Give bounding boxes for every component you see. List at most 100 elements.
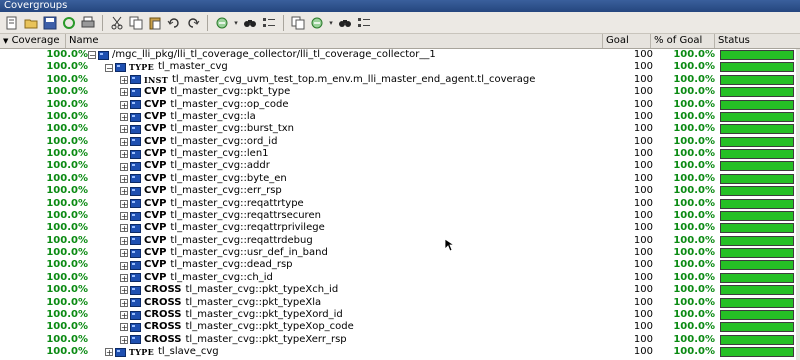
table-row[interactable]: 100.0% + CROSS tl_master_cvg::pkt_typeXch_i… — [0, 284, 800, 296]
row-label[interactable]: tl_master_cvg::reqattrtype — [170, 198, 303, 210]
row-label[interactable]: tl_master_cvg::byte_en — [170, 173, 286, 185]
copy2-icon[interactable] — [290, 15, 306, 31]
row-label[interactable]: tl_master_cvg::burst_txn — [170, 123, 294, 135]
expand-toggle-icon[interactable]: + — [120, 75, 128, 84]
expand-toggle-icon[interactable]: − — [88, 51, 96, 60]
redo-icon[interactable] — [185, 15, 201, 31]
columns2-icon[interactable] — [356, 15, 372, 31]
table-row[interactable]: 100.0% + CVP tl_master_cvg::reqattrsecuren 1… — [0, 210, 800, 222]
row-label[interactable]: tl_master_cvg::pkt_type — [170, 86, 290, 98]
filter-icon[interactable] — [214, 15, 230, 31]
row-label[interactable]: tl_master_cvg::pkt_typeXerr_rsp — [186, 334, 347, 346]
row-label[interactable]: tl_master_cvg::addr — [170, 160, 269, 172]
table-row[interactable]: 100.0% + CROSS tl_master_cvg::pkt_typeXla 10… — [0, 297, 800, 309]
table-row[interactable]: 100.0% + CVP tl_master_cvg::la 100 100.0% — [0, 111, 800, 123]
expand-toggle-icon[interactable]: + — [120, 150, 128, 159]
expand-toggle-icon[interactable]: + — [120, 113, 128, 122]
chevron-down-icon[interactable]: ▾ — [233, 15, 239, 31]
table-row[interactable]: 100.0% + CVP tl_master_cvg::addr 100 100.0% — [0, 160, 800, 172]
expand-toggle-icon[interactable]: + — [120, 273, 128, 282]
table-row[interactable]: 100.0% + CVP tl_master_cvg::reqattrdebug 100… — [0, 235, 800, 247]
row-label[interactable]: tl_master_cvg::err_rsp — [170, 185, 281, 197]
print-icon[interactable] — [80, 15, 96, 31]
table-row[interactable]: 100.0% + CVP tl_master_cvg::op_code 100 100.0… — [0, 99, 800, 111]
table-row[interactable]: 100.0% + CVP tl_master_cvg::byte_en 100 100.0… — [0, 173, 800, 185]
row-label[interactable]: tl_master_cvg_uvm_test_top.m_env.m_lli_m… — [172, 74, 535, 86]
row-label[interactable]: tl_master_cvg::pkt_typeXop_code — [186, 321, 354, 333]
table-row[interactable]: 100.0% + TYPE tl_slave_cvg 100 100.0% — [0, 346, 800, 358]
column-header-name[interactable]: Name — [66, 34, 603, 48]
table-row[interactable]: 100.0% + CROSS tl_master_cvg::pkt_typeXop_c… — [0, 321, 800, 333]
report-icon[interactable] — [4, 15, 20, 31]
expand-toggle-icon[interactable]: + — [120, 187, 128, 196]
column-header-status[interactable]: Status — [715, 34, 800, 48]
expand-toggle-icon[interactable]: + — [120, 88, 128, 97]
table-row[interactable]: 100.0% + INST tl_master_cvg_uvm_test_top.m_… — [0, 74, 800, 86]
expand-toggle-icon[interactable]: + — [120, 125, 128, 134]
table-row[interactable]: 100.0% + CVP tl_master_cvg::ch_id 100 100.0% — [0, 272, 800, 284]
table-row[interactable]: 100.0% + CVP tl_master_cvg::burst_txn 100 100… — [0, 123, 800, 135]
row-label[interactable]: tl_master_cvg::reqattrprivilege — [170, 222, 324, 234]
expand-toggle-icon[interactable]: + — [120, 224, 128, 233]
vertical-scrollbar[interactable] — [796, 49, 800, 360]
row-label[interactable]: tl_master_cvg::reqattrsecuren — [170, 210, 321, 222]
row-label[interactable]: tl_master_cvg::reqattrdebug — [170, 235, 312, 247]
row-label[interactable]: tl_master_cvg — [158, 61, 228, 73]
table-row[interactable]: 100.0% + CVP tl_master_cvg::ord_id 100 100.0% — [0, 136, 800, 148]
expand-toggle-icon[interactable]: + — [120, 335, 128, 344]
column-header-goal[interactable]: Goal — [603, 34, 651, 48]
row-label[interactable]: tl_master_cvg::la — [170, 111, 255, 123]
table-row[interactable]: 100.0% + CVP tl_master_cvg::pkt_type 100 100.… — [0, 86, 800, 98]
open-icon[interactable] — [23, 15, 39, 31]
column-header-coverage[interactable]: ▼ Coverage — [0, 34, 66, 48]
find2-icon[interactable] — [337, 15, 353, 31]
expand-toggle-icon[interactable]: + — [120, 174, 128, 183]
expand-toggle-icon[interactable]: + — [120, 249, 128, 258]
table-row[interactable]: 100.0% + CVP tl_master_cvg::reqattrprivileg… — [0, 222, 800, 234]
table-row[interactable]: 100.0% + CROSS tl_master_cvg::pkt_typeXerr_… — [0, 334, 800, 346]
row-label[interactable]: tl_master_cvg::pkt_typeXord_id — [186, 309, 343, 321]
row-label[interactable]: tl_master_cvg::pkt_typeXch_id — [186, 284, 339, 296]
expand-toggle-icon[interactable]: + — [120, 199, 128, 208]
expand-toggle-icon[interactable]: + — [120, 311, 128, 320]
cut-icon[interactable] — [109, 15, 125, 31]
copy-icon[interactable] — [128, 15, 144, 31]
expand-toggle-icon[interactable]: + — [120, 298, 128, 307]
row-label[interactable]: tl_slave_cvg — [158, 346, 219, 358]
row-label[interactable]: tl_master_cvg::pkt_typeXla — [186, 297, 322, 309]
find-icon[interactable] — [242, 15, 258, 31]
expand-toggle-icon[interactable]: + — [120, 323, 128, 332]
expand-toggle-icon[interactable]: + — [105, 348, 113, 357]
table-row[interactable]: 100.0% + CVP tl_master_cvg::reqattrtype 100 1… — [0, 198, 800, 210]
expand-toggle-icon[interactable]: + — [120, 100, 128, 109]
expand-toggle-icon[interactable]: + — [120, 162, 128, 171]
expand-toggle-icon[interactable]: + — [120, 137, 128, 146]
filter2-icon[interactable] — [309, 15, 325, 31]
refresh-icon[interactable] — [61, 15, 77, 31]
paste-icon[interactable] — [147, 15, 163, 31]
undo-icon[interactable] — [166, 15, 182, 31]
row-label[interactable]: tl_master_cvg::usr_def_in_band — [170, 247, 327, 259]
column-header-pct-goal[interactable]: % of Goal — [651, 34, 715, 48]
table-row[interactable]: 100.0% + CVP tl_master_cvg::len1 100 100.0% — [0, 148, 800, 160]
row-label[interactable]: tl_master_cvg::ch_id — [170, 272, 272, 284]
table-row[interactable]: 100.0% + CROSS tl_master_cvg::pkt_typeXord_… — [0, 309, 800, 321]
columns-icon[interactable] — [261, 15, 277, 31]
table-row[interactable]: 100.0% −/mgc_lli_pkg/lli_tl_coverage_coll… — [0, 49, 800, 61]
row-label[interactable]: tl_master_cvg::dead_rsp — [170, 259, 292, 271]
expand-toggle-icon[interactable]: − — [105, 63, 113, 72]
row-label[interactable]: tl_master_cvg::len1 — [170, 148, 268, 160]
expand-toggle-icon[interactable]: + — [120, 261, 128, 270]
expand-toggle-icon[interactable]: + — [120, 236, 128, 245]
row-label[interactable]: tl_master_cvg::op_code — [170, 99, 288, 111]
row-label[interactable]: /mgc_lli_pkg/lli_tl_coverage_collector/l… — [112, 49, 436, 61]
save-icon[interactable] — [42, 15, 58, 31]
table-row[interactable]: 100.0% + CVP tl_master_cvg::dead_rsp 100 100.… — [0, 259, 800, 271]
table-row[interactable]: 100.0% − TYPE tl_master_cvg 100 100.0% — [0, 61, 800, 73]
table-row[interactable]: 100.0% + CVP tl_master_cvg::usr_def_in_band… — [0, 247, 800, 259]
table-row[interactable]: 100.0% + CVP tl_master_cvg::err_rsp 100 100.0… — [0, 185, 800, 197]
expand-toggle-icon[interactable]: + — [120, 286, 128, 295]
chevron-down-icon[interactable]: ▾ — [328, 15, 334, 31]
expand-toggle-icon[interactable]: + — [120, 212, 128, 221]
row-label[interactable]: tl_master_cvg::ord_id — [170, 136, 277, 148]
